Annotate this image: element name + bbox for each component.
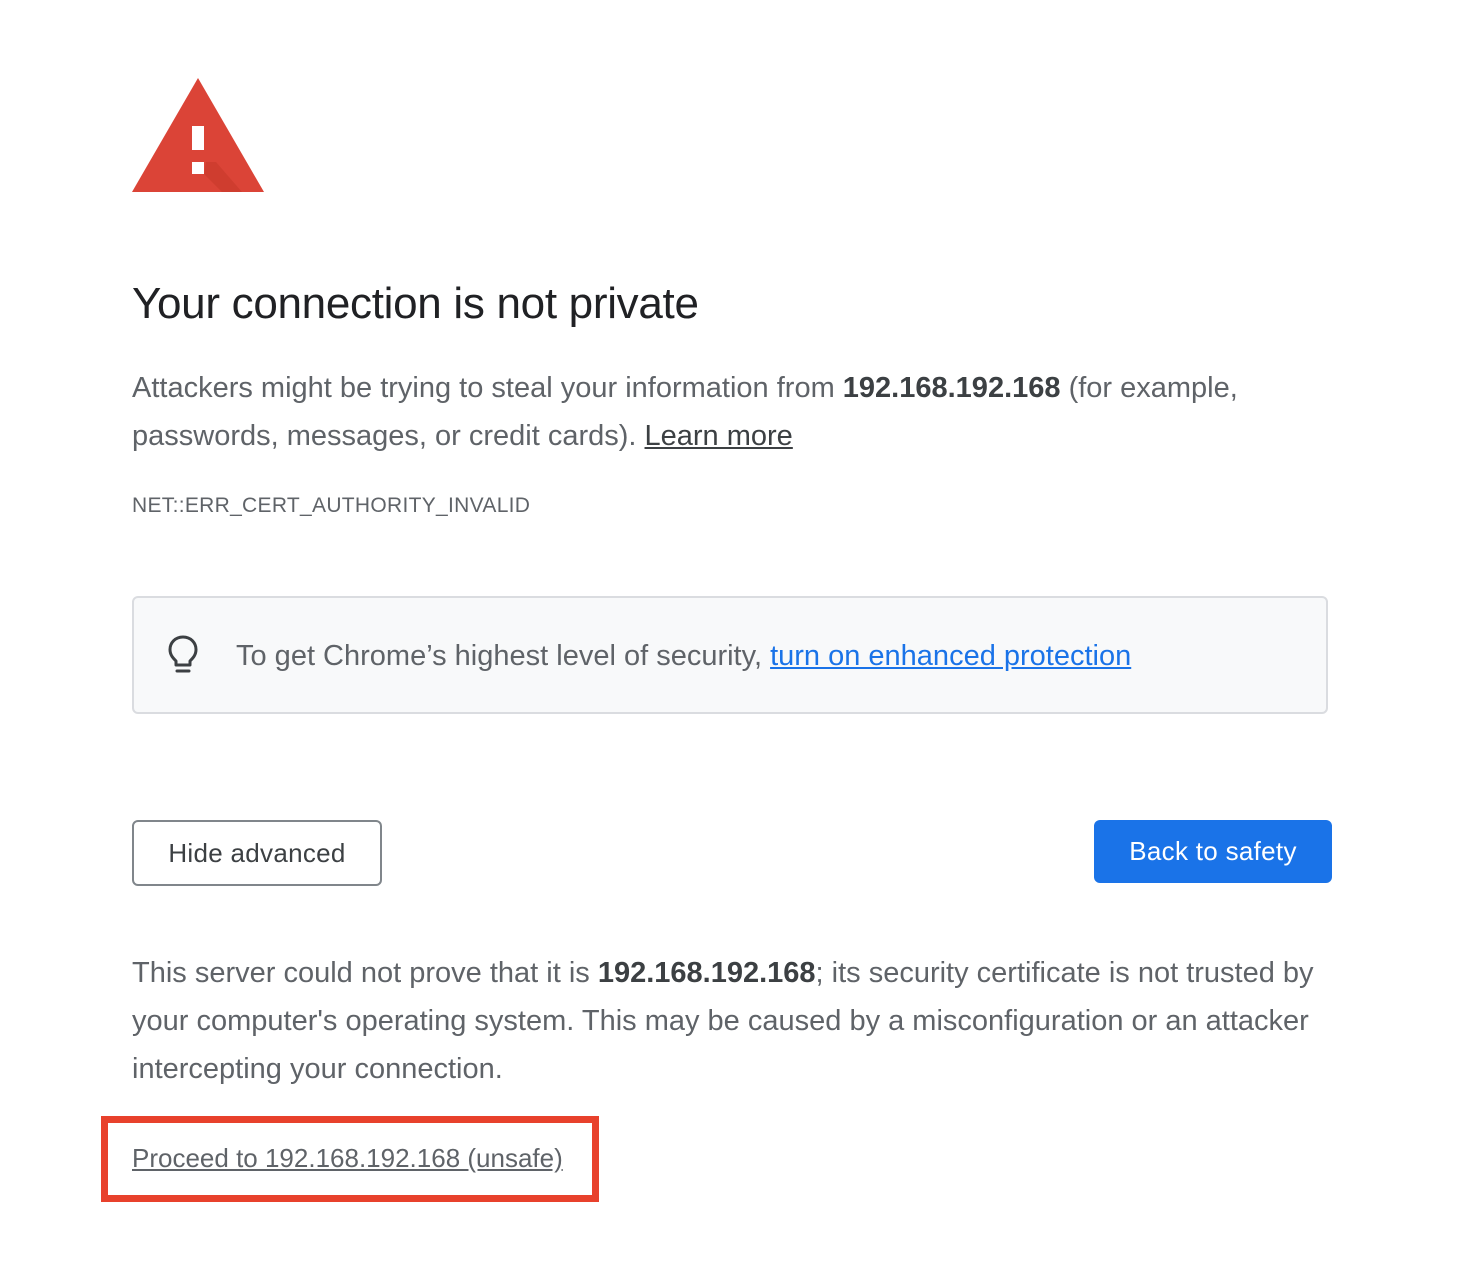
page-title: Your connection is not private: [132, 279, 699, 328]
hide-advanced-button[interactable]: Hide advanced: [132, 820, 382, 886]
details-text-before: This server could not prove that it is: [132, 957, 598, 989]
enhanced-protection-link[interactable]: turn on enhanced protection: [770, 640, 1131, 672]
error-code: NET::ERR_CERT_AUTHORITY_INVALID: [132, 494, 531, 517]
learn-more-link[interactable]: Learn more: [645, 420, 793, 452]
back-to-safety-button[interactable]: Back to safety: [1094, 820, 1332, 883]
lightbulb-icon: [168, 635, 198, 673]
intro-paragraph: Attackers might be trying to steal your …: [132, 364, 1332, 460]
intro-text-before: Attackers might be trying to steal your …: [132, 372, 843, 404]
details-paragraph: This server could not prove that it is 1…: [132, 949, 1332, 1093]
proceed-unsafe-link[interactable]: Proceed to 192.168.192.168 (unsafe): [132, 1141, 563, 1175]
enhanced-protection-banner: To get Chrome’s highest level of securit…: [132, 596, 1328, 714]
details-host: 192.168.192.168: [597, 957, 816, 989]
intro-host: 192.168.192.168: [842, 372, 1061, 404]
warning-triangle-icon: [132, 78, 264, 192]
enhanced-protection-text: To get Chrome’s highest level of securit…: [236, 640, 771, 672]
enhanced-protection-message: To get Chrome’s highest level of securit…: [236, 636, 1131, 676]
